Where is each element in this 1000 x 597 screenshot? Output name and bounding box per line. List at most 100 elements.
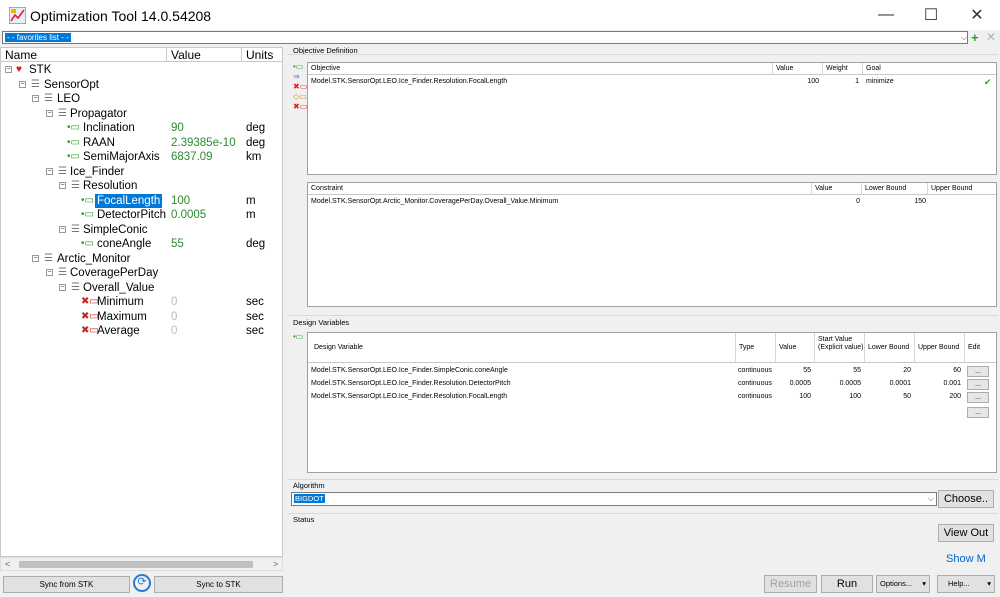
header-goal[interactable]: Goal	[863, 63, 998, 74]
constraint-lower-bound[interactable]: 150	[862, 196, 926, 208]
tree-row-detectorpitch[interactable]: •▭ DetectorPitch 0.0005 m	[1, 208, 282, 223]
tree-row-stk[interactable]: − ♥ STK	[1, 63, 282, 78]
run-button[interactable]: Run	[821, 575, 873, 593]
tree-row-raan[interactable]: •▭ RAAN 2.39385e-10 deg	[1, 136, 282, 151]
column-name[interactable]: Name	[1, 48, 167, 62]
design-variable-upper[interactable]: 60	[915, 365, 961, 377]
design-variable-upper[interactable]: 0.001	[915, 378, 961, 390]
close-button[interactable]: ✕	[954, 0, 1000, 30]
choose-algorithm-button[interactable]: Choose..	[938, 490, 994, 508]
move-icon[interactable]: ◇▭	[293, 93, 307, 101]
collapse-icon[interactable]: −	[46, 167, 53, 175]
collapse-icon[interactable]: −	[19, 80, 26, 88]
header-value[interactable]: Value	[773, 63, 823, 74]
view-out-button[interactable]: View Out	[938, 524, 994, 542]
scrollbar-thumb[interactable]	[19, 561, 253, 568]
design-variable-start[interactable]: 55	[815, 365, 861, 377]
edit-button[interactable]: ...	[967, 392, 989, 403]
objective-weight[interactable]: 1	[823, 76, 859, 88]
tree-row-resolution[interactable]: − ☰ Resolution	[1, 179, 282, 194]
table-row[interactable]: Model.STK.SensorOpt.Arctic_Monitor.Cover…	[308, 196, 996, 208]
collapse-icon[interactable]: −	[46, 109, 53, 117]
favorites-dropdown[interactable]: - - favorites list - - ⌵	[2, 31, 968, 44]
minimize-button[interactable]: —	[863, 0, 909, 30]
chevron-down-icon[interactable]: ⌵	[928, 493, 934, 505]
collapse-icon[interactable]: −	[59, 225, 66, 233]
tree-row-propagator[interactable]: − ☰ Propagator	[1, 107, 282, 122]
algorithm-dropdown[interactable]: BIGDOT ⌵	[291, 492, 937, 506]
tree-row-ice-finder[interactable]: − ☰ Ice_Finder	[1, 165, 282, 180]
design-variable-start[interactable]: 100	[815, 391, 861, 403]
tree-row-overall-value[interactable]: − ☰ Overall_Value	[1, 281, 282, 296]
header-lower-bound[interactable]: Lower Bound	[862, 183, 928, 194]
tree-horizontal-scrollbar[interactable]: < >	[0, 557, 283, 571]
header-design-variable[interactable]: Design Variable	[308, 333, 736, 362]
collapse-icon[interactable]: −	[46, 269, 53, 276]
remove-favorite-icon[interactable]: ✕	[986, 31, 996, 44]
tree-value[interactable]: 90	[171, 121, 184, 135]
edit-button[interactable]: ...	[967, 379, 989, 390]
header-objective[interactable]: Objective	[308, 63, 773, 74]
design-variable-lower[interactable]: 50	[865, 391, 911, 403]
edit-button[interactable]: ...	[967, 366, 989, 377]
design-variable-upper[interactable]: 200	[915, 391, 961, 403]
table-row[interactable]: Model.STK.SensorOpt.LEO.Ice_Finder.Resol…	[308, 76, 996, 88]
sync-to-stk-button[interactable]: Sync to STK	[154, 576, 283, 593]
resume-button[interactable]: Resume	[764, 575, 817, 593]
sync-icon[interactable]: ⟳	[133, 574, 151, 592]
tree-row-semimajoraxis[interactable]: •▭ SemiMajorAxis 6837.09 km	[1, 150, 282, 165]
add-favorite-icon[interactable]: +	[971, 31, 979, 44]
maximize-button[interactable]: ☐	[908, 0, 954, 30]
options-button[interactable]: Options... ▾	[876, 575, 930, 593]
header-constraint[interactable]: Constraint	[308, 183, 812, 194]
chevron-down-icon[interactable]: ⌵	[959, 32, 969, 43]
header-value[interactable]: Value	[776, 333, 815, 362]
help-button[interactable]: Help... ▾	[937, 575, 995, 593]
tree-row-maximum[interactable]: ✖▭ Maximum 0 sec	[1, 310, 282, 325]
remove-constraint-icon[interactable]: ✖▭	[293, 103, 307, 111]
tree-value[interactable]: 2.39385e-10	[171, 136, 236, 150]
header-value[interactable]: Value	[812, 183, 862, 194]
edit-button-empty-row[interactable]: ...	[967, 407, 989, 418]
tree-row-focallength[interactable]: •▭ FocalLength 100 m	[1, 193, 282, 209]
design-variable-lower[interactable]: 20	[865, 365, 911, 377]
add-objective-icon[interactable]: •▭	[293, 63, 303, 71]
scroll-right-icon[interactable]: >	[273, 558, 278, 571]
tree-row-inclination[interactable]: •▭ Inclination 90 deg	[1, 121, 282, 136]
tree-value[interactable]: 100	[171, 194, 190, 208]
tree-row-minimum[interactable]: ✖▭ Minimum 0 sec	[1, 295, 282, 310]
remove-objective-icon[interactable]: ✖▭	[293, 83, 307, 91]
header-edit[interactable]: Edit	[965, 333, 998, 362]
tree-row-leo[interactable]: − ☰ LEO	[1, 92, 282, 107]
tree-row-simpleconic[interactable]: − ☰ SimpleConic	[1, 223, 282, 238]
column-value[interactable]: Value	[167, 48, 242, 62]
tree-row-sensoropt[interactable]: − ☰ SensorOpt	[1, 78, 282, 93]
tree-row-coneangle[interactable]: •▭ coneAngle 55 deg	[1, 237, 282, 252]
tree-row-average[interactable]: ✖▭ Average 0 sec	[1, 324, 282, 339]
collapse-icon[interactable]: −	[32, 95, 39, 102]
tree-row-arctic-monitor[interactable]: − ☰ Arctic_Monitor	[1, 252, 282, 267]
header-lower-bound[interactable]: Lower Bound	[865, 333, 915, 362]
collapse-icon[interactable]: −	[59, 182, 66, 189]
table-row[interactable]: Model.STK.SensorOpt.LEO.Ice_Finder.Resol…	[308, 391, 996, 403]
add-design-variable-icon[interactable]: •▭	[293, 333, 303, 341]
table-row[interactable]: Model.STK.SensorOpt.LEO.Ice_Finder.Simpl…	[308, 365, 996, 377]
table-row[interactable]: Model.STK.SensorOpt.LEO.Ice_Finder.Resol…	[308, 378, 996, 390]
collapse-icon[interactable]: −	[59, 283, 66, 291]
tree-value[interactable]: 0.0005	[171, 208, 206, 222]
scroll-left-icon[interactable]: <	[5, 558, 10, 571]
tree-value[interactable]: 6837.09	[171, 150, 213, 164]
header-upper-bound[interactable]: Upper Bound	[915, 333, 965, 362]
header-start-value[interactable]: Start Value (Explicit value)	[815, 333, 865, 362]
show-more-link[interactable]: Show M	[946, 553, 986, 565]
header-upper-bound[interactable]: Upper Bound	[928, 183, 998, 194]
header-type[interactable]: Type	[736, 333, 776, 362]
tree-row-coverageperday[interactable]: − ☰ CoveragePerDay	[1, 266, 282, 281]
add-constraint-icon[interactable]: ⇒	[293, 73, 300, 81]
collapse-icon[interactable]: −	[5, 66, 12, 73]
sync-from-stk-button[interactable]: Sync from STK	[3, 576, 130, 593]
header-weight[interactable]: Weight	[823, 63, 863, 74]
design-variable-lower[interactable]: 0.0001	[865, 378, 911, 390]
tree-value[interactable]: 55	[171, 237, 184, 251]
design-variable-start[interactable]: 0.0005	[815, 378, 861, 390]
